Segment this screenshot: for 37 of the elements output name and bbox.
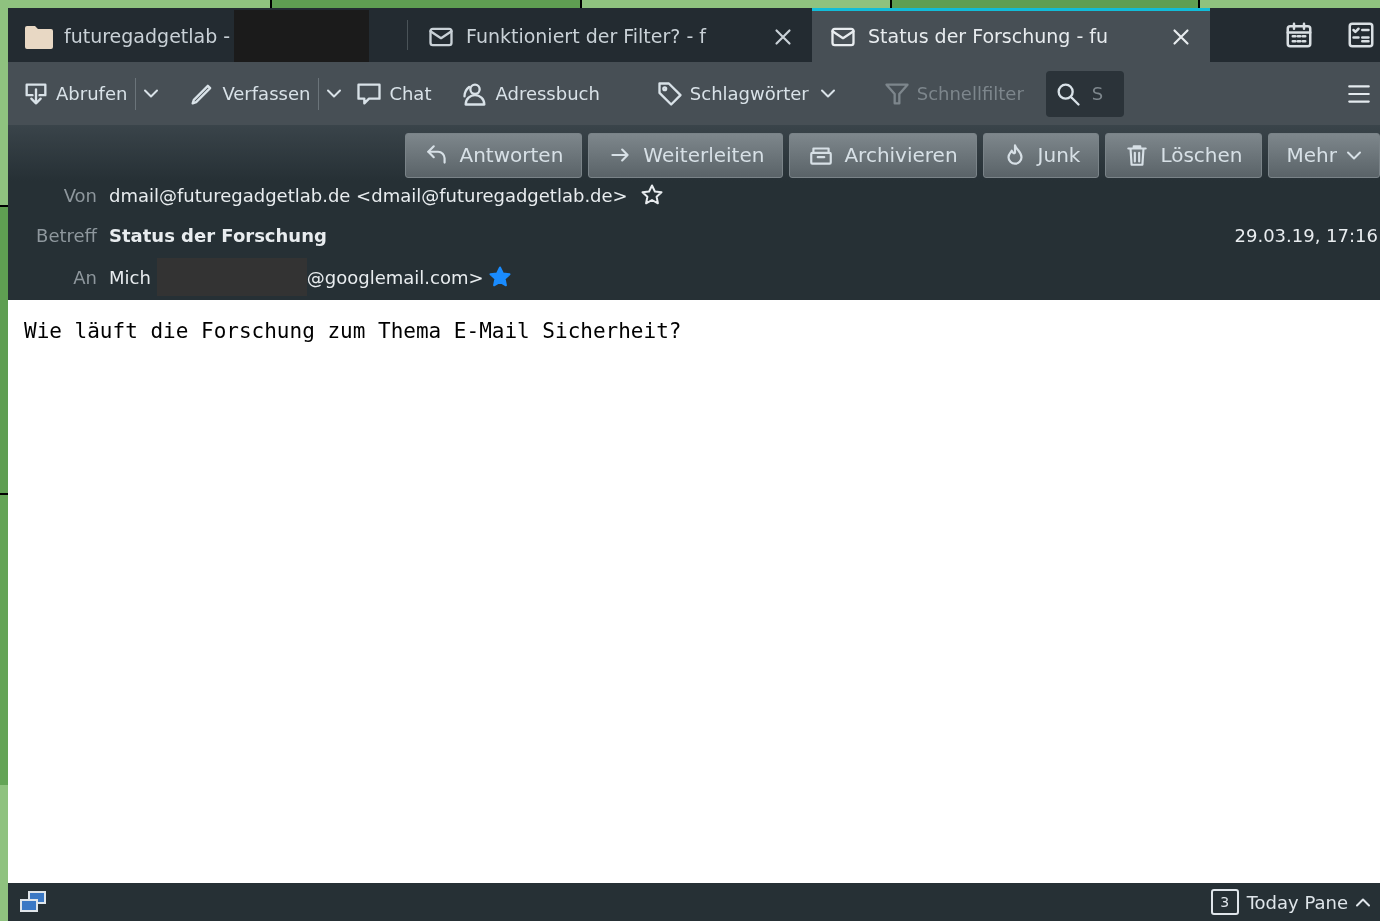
field-label: Betreff	[36, 223, 97, 248]
action-button[interactable]: Archivieren	[789, 132, 977, 178]
chevron-up-icon	[1356, 897, 1370, 907]
action-button[interactable]: Weiterleiten	[588, 132, 784, 178]
calendar-day-icon: 3	[1210, 889, 1239, 915]
action-button[interactable]: Antworten	[404, 132, 583, 178]
calendar-icon[interactable]	[1284, 20, 1314, 50]
today-pane-button[interactable]: 3 Today Pane	[1210, 888, 1370, 916]
toolbar-button[interactable]: Schlagwörter	[655, 79, 835, 108]
search-field[interactable]: S	[1045, 70, 1124, 117]
toolbar-button[interactable]: Verfassen	[188, 79, 311, 108]
message-text: Wie läuft die Forschung zum Thema E-Mail Sicherheit?	[24, 318, 682, 345]
recipient-address[interactable]: @googlemail.com>	[306, 263, 484, 291]
action-button[interactable]: Junk	[982, 132, 1100, 178]
action-button[interactable]: Löschen	[1105, 132, 1262, 178]
toolbar-button[interactable]: Abrufen	[22, 79, 128, 108]
action-button[interactable]: Mehr	[1267, 132, 1380, 178]
star-icon[interactable]	[487, 265, 512, 289]
task-list-icon[interactable]	[1346, 20, 1376, 50]
caret-icon	[144, 89, 159, 98]
star-icon[interactable]	[639, 183, 664, 207]
caret-icon	[327, 89, 342, 98]
tag-icon	[655, 79, 684, 108]
dropdown-button[interactable]	[144, 89, 159, 98]
caret-icon	[820, 89, 835, 98]
toolbar-button[interactable]: Adressbuch	[461, 79, 600, 108]
tab[interactable]: Status der Forschung - fu	[812, 8, 1210, 62]
recipient-name[interactable]: Mich	[109, 263, 151, 291]
caret-icon	[1347, 150, 1361, 160]
date-text: 29.03.19, 17:16	[1234, 223, 1378, 248]
dropdown-button[interactable]	[327, 89, 342, 98]
field-label: Von	[63, 183, 97, 208]
toolbar-button[interactable]: Chat	[355, 79, 432, 108]
subject-text: Status der Forschung	[109, 223, 327, 248]
field-label: An	[73, 265, 97, 290]
sender-address[interactable]: dmail@futuregadgetlab.de <dmail@futuregadgetlab.de>	[109, 181, 628, 209]
network-computers-icon[interactable]	[18, 889, 48, 915]
